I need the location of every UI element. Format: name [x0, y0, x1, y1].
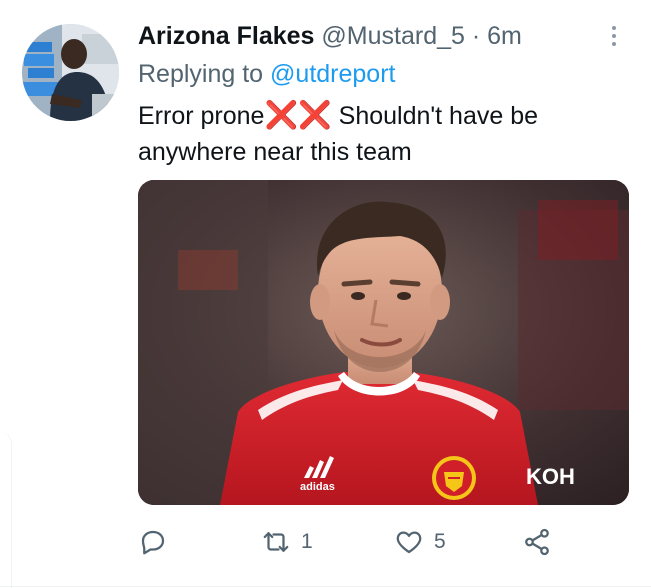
timestamp[interactable]: 6m — [487, 22, 522, 50]
reply-button[interactable] — [138, 522, 168, 562]
like-button[interactable]: 5 — [394, 522, 446, 562]
replying-prefix: Replying to — [138, 60, 264, 88]
tweet[interactable]: Arizona Flakes @Mustard_5 · 6m Replying … — [0, 0, 651, 588]
tweet-actions: 1 5 — [138, 522, 568, 562]
club-crest-icon — [432, 456, 476, 500]
retweet-button[interactable]: 1 — [261, 522, 313, 562]
tweet-image[interactable]: adidas KOH — [138, 180, 629, 505]
user-handle[interactable]: @Mustard_5 — [321, 22, 465, 50]
divider — [0, 586, 651, 587]
kit-brand-label: adidas — [300, 481, 335, 493]
display-name[interactable]: Arizona Flakes — [138, 22, 314, 50]
tweet-text: Error prone❌❌ Shouldn't have be anywhere… — [138, 97, 618, 170]
avatar[interactable] — [22, 24, 119, 121]
dot-icon — [612, 26, 616, 30]
reply-mention-link[interactable]: @utdreport — [270, 60, 395, 88]
adjacent-panel-edge — [0, 432, 12, 588]
shirt-sponsor-label: KOH — [526, 464, 575, 489]
like-count: 5 — [434, 530, 446, 553]
replying-to: Replying to @utdreport — [138, 57, 395, 91]
heart-icon — [396, 531, 422, 554]
share-button[interactable] — [522, 522, 552, 562]
more-options-icon[interactable] — [604, 22, 624, 50]
dot-icon — [612, 34, 616, 38]
dot-icon — [612, 42, 616, 46]
share-icon — [525, 528, 549, 556]
retweet-count: 1 — [301, 530, 313, 553]
tweet-header: Arizona Flakes @Mustard_5 · 6m — [138, 19, 522, 53]
reply-icon — [141, 530, 165, 555]
cross-mark-emoji: ❌❌ — [264, 100, 332, 130]
tweet-text-start: Error prone — [138, 102, 265, 130]
separator: · — [471, 22, 481, 50]
retweet-icon — [263, 532, 289, 552]
